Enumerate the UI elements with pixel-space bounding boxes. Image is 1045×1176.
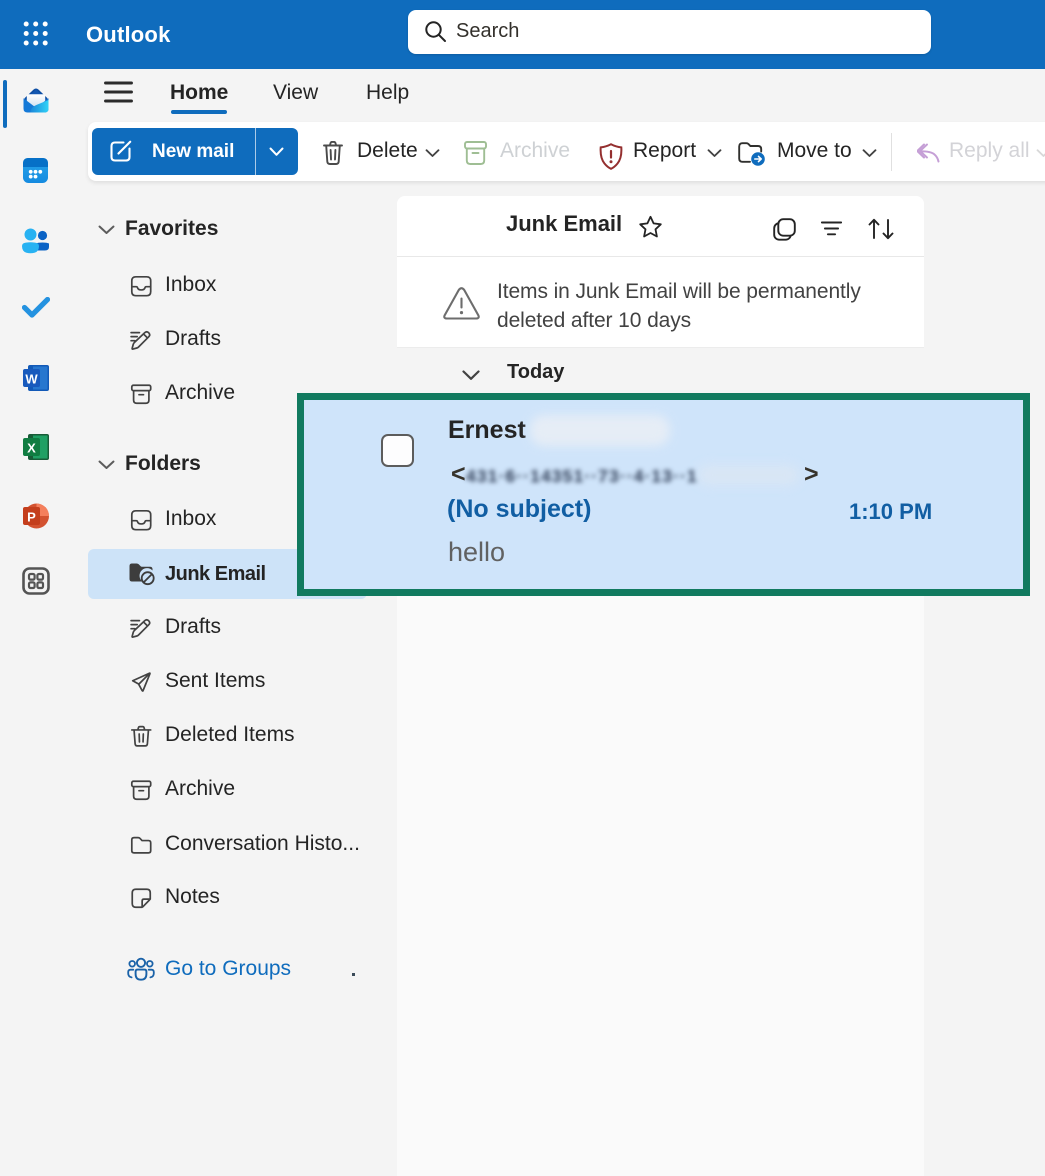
svg-text:W: W: [25, 372, 38, 387]
svg-text:P: P: [27, 510, 36, 525]
svg-text:X: X: [27, 441, 36, 456]
